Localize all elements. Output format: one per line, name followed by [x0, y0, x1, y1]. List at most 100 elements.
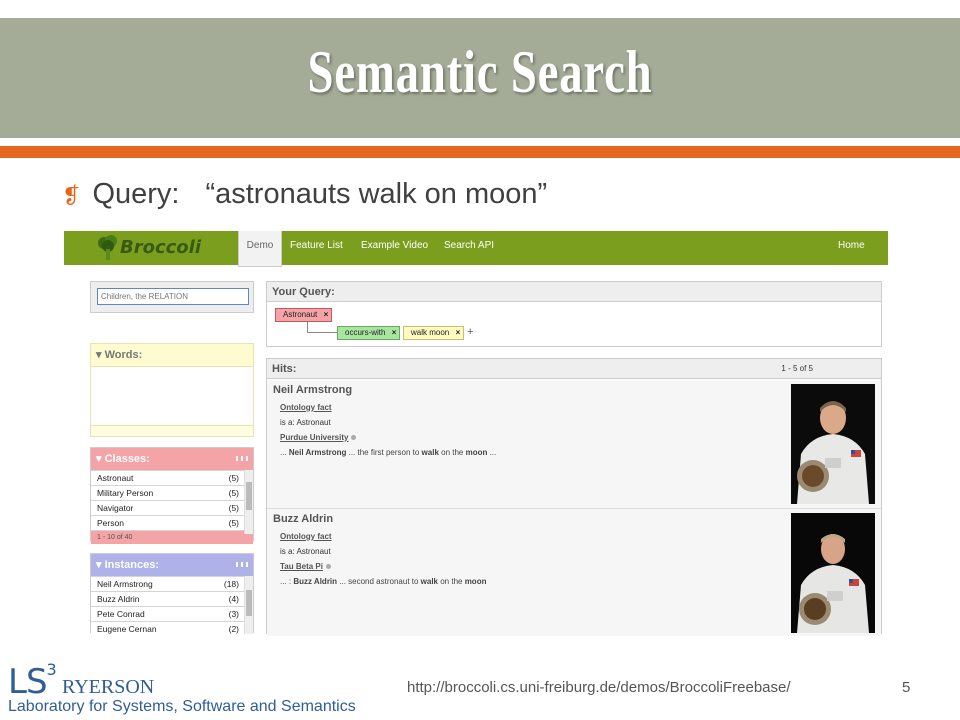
snippet-text: ...	[280, 448, 289, 457]
class-row-astronaut[interactable]: Astronaut (5)	[91, 470, 253, 485]
broccoli-screenshot: Broccoli Demo Feature List Example Video…	[64, 231, 888, 636]
snippet-text: ... the first person to	[346, 448, 422, 457]
snippet-word: walk	[421, 448, 439, 457]
query-chip-walk-moon[interactable]: walk moon ×	[403, 326, 465, 340]
instance-row-neil-armstrong[interactable]: Neil Armstrong (18)	[91, 576, 253, 591]
class-count: (5)	[228, 488, 239, 498]
classes-scrollbar[interactable]	[244, 470, 253, 534]
class-count: (5)	[228, 503, 239, 513]
classes-panel-header[interactable]: ▾ Classes:	[91, 448, 253, 470]
hit-photo[interactable]	[791, 513, 875, 633]
instance-row-eugene-cernan[interactable]: Eugene Cernan (2)	[91, 621, 253, 636]
instance-count: (3)	[228, 609, 239, 619]
info-dot-icon[interactable]	[325, 564, 331, 569]
instances-panel-header[interactable]: ▾ Instances:	[91, 554, 253, 576]
lab-name: Laboratory for Systems, Software and Sem…	[8, 698, 356, 715]
nav-feature-list[interactable]: Feature List	[290, 231, 343, 265]
context-link[interactable]: Tau Beta Pi	[280, 562, 323, 571]
class-count: (5)	[228, 473, 239, 483]
close-icon[interactable]: ×	[456, 327, 461, 339]
hits-panel-header: Hits: 1 - 5 of 5	[267, 359, 881, 379]
scroll-thumb[interactable]	[246, 590, 252, 616]
instances-panel-title: ▾ Instances:	[96, 559, 159, 571]
logo-ls: LS	[8, 662, 48, 702]
ontology-fact-link[interactable]: Ontology fact	[280, 403, 332, 412]
query-chip-occurs-with[interactable]: occurs-with ×	[337, 326, 401, 340]
chip-label: occurs-with	[345, 328, 386, 337]
instance-row-pete-conrad[interactable]: Pete Conrad (3)	[91, 606, 253, 621]
hits-panel: Hits: 1 - 5 of 5 Neil Armstrong Ontology …	[266, 358, 882, 636]
query-bullet: ❡ Query: “astronauts walk on moon”	[62, 178, 547, 211]
hit-context: Tau Beta Pi	[280, 562, 331, 571]
snippet-word: moon	[464, 577, 487, 586]
chip-label: Astronaut	[283, 310, 318, 319]
snippet-entity: Neil Armstrong	[288, 448, 347, 457]
hit-item: Buzz Aldrin Ontology fact is a: Astronau…	[267, 508, 881, 636]
nav-example-video[interactable]: Example Video	[361, 231, 428, 265]
info-dot-icon[interactable]	[351, 435, 357, 440]
astronaut-portrait-icon	[791, 513, 875, 633]
logo-text: Broccoli	[120, 237, 202, 258]
instance-name: Buzz Aldrin	[97, 594, 140, 604]
hits-panel-title: Hits:	[272, 363, 297, 375]
nav-home[interactable]: Home	[838, 231, 865, 265]
broccoli-logo[interactable]: Broccoli	[96, 235, 206, 261]
ontology-fact-link[interactable]: Ontology fact	[280, 532, 332, 541]
instance-row-buzz-aldrin[interactable]: Buzz Aldrin (4)	[91, 591, 253, 606]
class-name: Military Person	[97, 488, 154, 498]
hit-title[interactable]: Neil Armstrong	[273, 384, 352, 396]
add-query-button[interactable]: +	[467, 326, 473, 338]
hit-snippet: ... : Buzz Aldrin ... second astronaut t…	[280, 577, 486, 586]
nav-search-api[interactable]: Search API	[444, 231, 494, 265]
class-row-person[interactable]: Person (5)	[91, 515, 253, 530]
close-icon[interactable]: ×	[392, 327, 397, 339]
snippet-word: walk	[420, 577, 438, 586]
class-row-military-person[interactable]: Military Person (5)	[91, 485, 253, 500]
snippet-word: moon	[465, 448, 488, 457]
query-panel-title: Your Query:	[267, 282, 881, 302]
ls3-mark: LS3	[8, 660, 57, 702]
query-connector	[307, 322, 337, 333]
grip-icon[interactable]	[236, 456, 248, 461]
slide-title: Semantic Search	[307, 39, 653, 105]
search-input[interactable]	[97, 288, 249, 305]
snippet-text: ... second astronaut to	[337, 577, 421, 586]
snippet-text: on the	[438, 448, 466, 457]
context-link[interactable]: Purdue University	[280, 433, 348, 442]
words-panel: ▾ Words:	[90, 343, 254, 437]
close-icon[interactable]: ×	[324, 309, 329, 321]
instance-count: (18)	[223, 579, 239, 589]
instance-count: (4)	[228, 594, 239, 604]
hit-fact: is a: Astronaut	[280, 547, 331, 556]
hit-photo[interactable]	[791, 384, 875, 504]
class-name: Astronaut	[97, 473, 134, 483]
page-number: 5	[902, 679, 911, 696]
words-panel-title[interactable]: ▾ Words:	[91, 344, 253, 366]
nav-demo[interactable]: Demo	[238, 231, 282, 267]
search-box	[90, 281, 254, 313]
logo-sup: 3	[46, 660, 57, 679]
instance-count: (2)	[228, 624, 239, 634]
broccoli-icon	[98, 235, 117, 260]
words-list	[91, 366, 253, 426]
instance-name: Pete Conrad	[97, 609, 145, 619]
hit-title[interactable]: Buzz Aldrin	[273, 513, 333, 525]
classes-pagination: 1 - 10 of 40	[91, 530, 253, 544]
snippet-text: ...	[487, 448, 497, 457]
hit-snippet: ... Neil Armstrong ... the first person …	[280, 448, 496, 457]
ryerson-wordmark: RYERSON	[62, 676, 155, 698]
query-text: “astronauts walk on moon”	[205, 178, 548, 210]
ls3-ryerson-logo: LS3 RYERSON Laboratory for Systems, Soft…	[6, 660, 356, 718]
class-name: Navigator	[97, 503, 134, 513]
class-name: Person	[97, 518, 124, 528]
scroll-thumb[interactable]	[246, 482, 252, 510]
class-count: (5)	[228, 518, 239, 528]
grip-icon[interactable]	[236, 562, 248, 567]
hit-context: Purdue University	[280, 433, 357, 442]
instance-name: Neil Armstrong	[97, 579, 153, 589]
class-row-navigator[interactable]: Navigator (5)	[91, 500, 253, 515]
query-chip-astronaut[interactable]: Astronaut ×	[275, 308, 333, 322]
instances-scrollbar[interactable]	[244, 576, 253, 634]
chip-label: walk moon	[411, 328, 450, 337]
snippet-text: ... :	[280, 577, 294, 586]
